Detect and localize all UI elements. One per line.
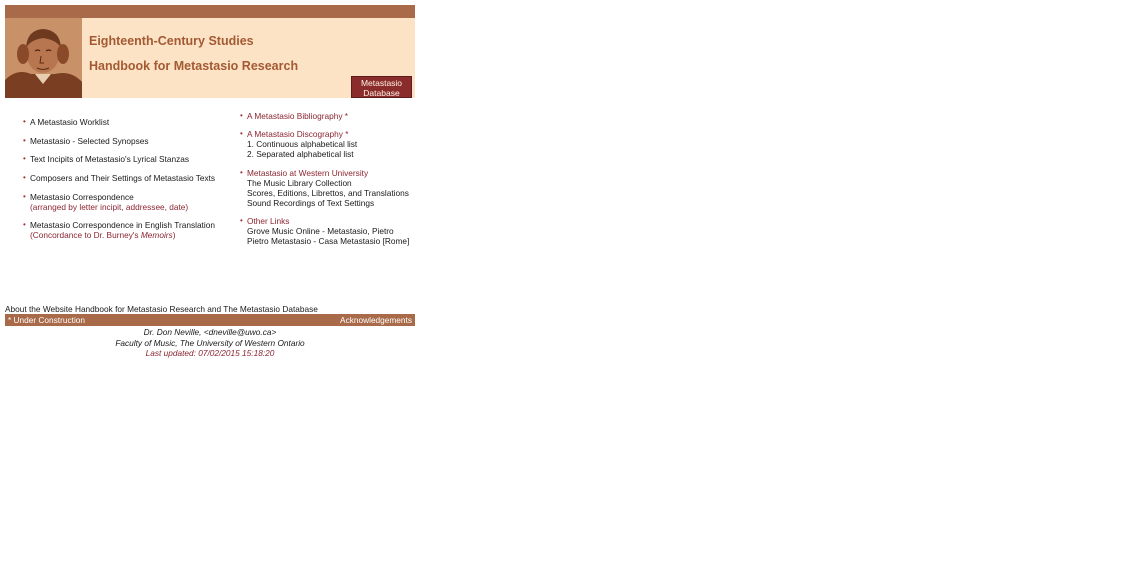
bullet-icon: •	[240, 111, 243, 120]
burney-prefix: (Concordance to Dr. Burney's	[30, 230, 141, 240]
correspondence-sublink[interactable]: (arranged by letter incipit, addressee, …	[30, 202, 188, 212]
header-banner: Eighteenth-Century Studies Handbook for …	[5, 18, 415, 98]
bullet-icon: •	[23, 154, 26, 163]
bullet-icon: •	[23, 173, 26, 182]
incipits-link[interactable]: Text Incipits of Metastasio's Lyrical St…	[30, 154, 189, 164]
last-updated: Last updated: 07/02/2015 15:18:20	[145, 348, 275, 358]
footer-bar: * Under Construction Acknowledgements	[5, 314, 415, 326]
bullet-icon: •	[23, 220, 26, 229]
bullet-icon: •	[23, 136, 26, 145]
bullet-icon: •	[240, 129, 243, 138]
grove-music-link[interactable]: Grove Music Online - Metastasio, Pietro	[247, 226, 409, 236]
burney-suffix: )	[172, 230, 176, 240]
database-button-line1: Metastasio	[360, 78, 403, 88]
link-columns: • A Metastasio Worklist • Metastasio - S…	[5, 98, 415, 304]
synopses-link[interactable]: Metastasio - Selected Synopses	[30, 136, 149, 146]
list-item-discography[interactable]: • A Metastasio Discography * 1. Continuo…	[240, 129, 357, 159]
composers-link[interactable]: Composers and Their Settings of Metastas…	[30, 173, 215, 183]
casa-metastasio-link[interactable]: Pietro Metastasio - Casa Metastasio [Rom…	[247, 236, 409, 246]
correspondence-link[interactable]: Metastasio Correspondence	[30, 192, 188, 202]
music-library-link[interactable]: The Music Library Collection	[247, 178, 409, 188]
list-item-western[interactable]: • Metastasio at Western University The M…	[240, 168, 409, 208]
western-university-link[interactable]: Metastasio at Western University	[247, 168, 409, 178]
list-item-incipits[interactable]: • Text Incipits of Metastasio's Lyrical …	[23, 154, 189, 164]
acknowledgements-link[interactable]: Acknowledgements	[340, 314, 412, 326]
site-title: Eighteenth-Century Studies	[89, 34, 254, 48]
under-construction-note: * Under Construction	[8, 315, 86, 325]
bullet-icon: •	[23, 117, 26, 126]
burney-memoirs: Memoirs	[140, 230, 173, 240]
list-item-composers[interactable]: • Composers and Their Settings of Metast…	[23, 173, 215, 183]
page-container: Eighteenth-Century Studies Handbook for …	[5, 5, 415, 304]
list-item-synopses[interactable]: • Metastasio - Selected Synopses	[23, 136, 149, 146]
author-credit[interactable]: Dr. Don Neville, <dneville@uwo.ca>	[5, 327, 415, 338]
portrait-image	[5, 18, 82, 98]
burney-concordance-link[interactable]: (Concordance to Dr. Burney's Memoirs)	[30, 230, 215, 240]
sound-recordings-link[interactable]: Sound Recordings of Text Settings	[247, 198, 409, 208]
bullet-icon: •	[240, 216, 243, 225]
credits: Dr. Don Neville, <dneville@uwo.ca> Facul…	[5, 327, 415, 359]
separated-list-link[interactable]: 2. Separated alphabetical list	[247, 149, 357, 159]
handbook-title: Handbook for Metastasio Research	[89, 59, 299, 73]
about-link[interactable]: About the Website Handbook for Metastasi…	[5, 304, 318, 314]
other-links-heading[interactable]: Other Links	[247, 216, 409, 226]
database-button-line2: Database	[363, 88, 400, 98]
continuous-list-link[interactable]: 1. Continuous alphabetical list	[247, 139, 357, 149]
bullet-icon: •	[23, 192, 26, 201]
bullet-icon: •	[240, 168, 243, 177]
bibliography-link[interactable]: A Metastasio Bibliography *	[247, 111, 348, 121]
top-bar	[5, 5, 415, 18]
metastasio-database-button[interactable]: Metastasio Database	[351, 76, 412, 98]
list-item-worklist[interactable]: • A Metastasio Worklist	[23, 117, 109, 127]
list-item-bibliography[interactable]: • A Metastasio Bibliography *	[240, 111, 348, 121]
worklist-link[interactable]: A Metastasio Worklist	[30, 117, 109, 127]
correspondence-english-link[interactable]: Metastasio Correspondence in English Tra…	[30, 220, 215, 230]
scores-editions-link[interactable]: Scores, Editions, Librettos, and Transla…	[247, 188, 409, 198]
faculty-credit: Faculty of Music, The University of West…	[115, 337, 305, 348]
list-item-correspondence-english[interactable]: • Metastasio Correspondence in English T…	[23, 220, 215, 240]
list-item-other-links[interactable]: • Other Links Grove Music Online - Metas…	[240, 216, 409, 246]
discography-link[interactable]: A Metastasio Discography *	[247, 129, 357, 139]
list-item-correspondence[interactable]: • Metastasio Correspondence (arranged by…	[23, 192, 188, 212]
